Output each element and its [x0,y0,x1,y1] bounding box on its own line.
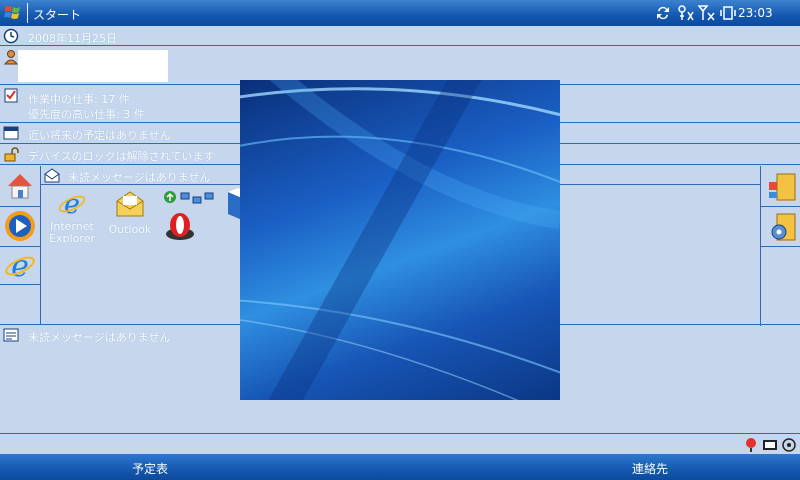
owner-info-field[interactable] [18,50,168,82]
date-text[interactable]: 2008年11月25日 [28,30,117,46]
divider [761,206,800,207]
internet-explorer-icon[interactable]: e [2,248,38,284]
envelope-open-icon [44,167,60,183]
svg-text:e: e [64,189,80,220]
device-lock-text[interactable]: デバイスのロックは解除されています [28,148,214,164]
messaging-icon [3,327,19,343]
divider [0,206,40,207]
softkey-bar: 予定表 連絡先 [0,454,800,480]
title-bar: スタート 23:03 [0,0,800,26]
divider [761,246,800,247]
network-sync-icons[interactable] [163,190,219,206]
keyboard-icon[interactable] [762,437,778,453]
title-separator [27,3,28,23]
left-launcher: e [0,166,41,324]
home-icon[interactable] [2,168,38,204]
outlook-app[interactable]: Outlook [104,188,156,236]
outlook-mail-icon [116,191,144,217]
owner-icon [3,49,19,65]
settings-folder-icon[interactable] [765,210,799,244]
internet-explorer-icon: e [58,189,86,220]
internet-explorer-app[interactable]: e Internet Explorer [44,188,100,243]
volume-vibrate-icon[interactable] [719,4,737,25]
tasks-high-priority-text[interactable]: 優先度の高い仕事: 3 件 [28,106,145,122]
file-explorer-icon[interactable] [765,170,799,204]
right-launcher [760,166,800,326]
sync-icon[interactable] [654,4,672,25]
divider [0,246,40,247]
app-label: Outlook [108,223,152,236]
wallpaper-image [240,80,560,400]
calendar-text[interactable]: 近い将来の予定はありません [28,127,171,143]
windows-start-icon[interactable] [4,4,22,22]
divider [0,45,800,46]
calendar-icon [3,125,19,141]
unlock-icon [3,146,19,162]
connectivity-icon[interactable] [677,4,695,25]
media-player-icon[interactable] [2,208,38,244]
calendar-softkey[interactable]: 予定表 [132,460,168,477]
signal-off-icon[interactable] [697,4,716,25]
divider [0,284,40,285]
divider [0,433,800,434]
notification-icon[interactable] [744,437,758,453]
app-label: Internet Explorer [49,221,95,243]
svg-text:e: e [11,249,29,284]
wireless-icon[interactable] [781,437,797,453]
messages-text[interactable]: 未読メッセージはありません [28,329,170,345]
start-menu-title[interactable]: スタート [33,6,81,23]
opera-icon[interactable] [163,210,197,244]
clock-icon [3,28,19,44]
messages-summary-text[interactable]: 未読メッセージはありません [68,169,210,185]
contacts-softkey[interactable]: 連絡先 [632,460,668,477]
tasks-icon [3,87,19,103]
clock[interactable]: 23:03 [738,6,773,20]
tasks-active-text[interactable]: 作業中の仕事: 17 件 [28,91,130,107]
